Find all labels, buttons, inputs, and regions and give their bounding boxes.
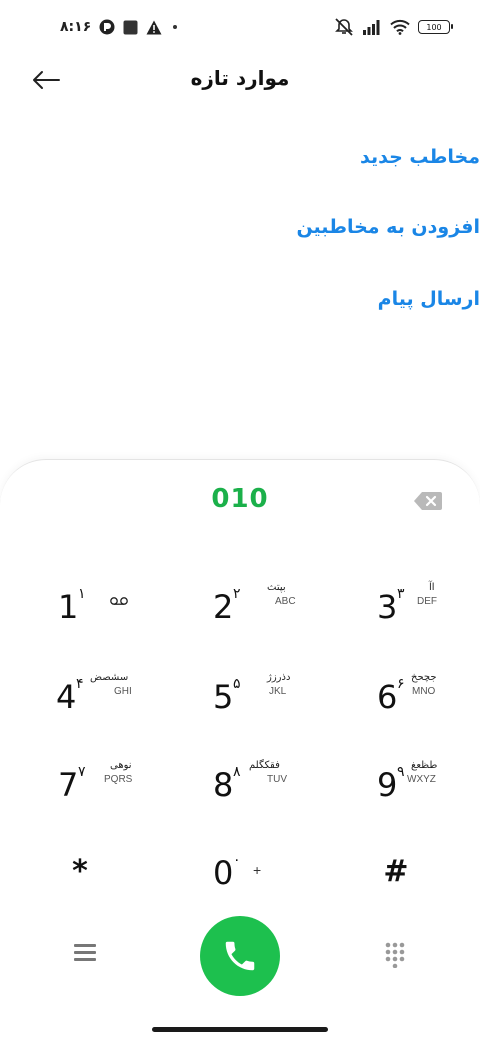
key-plus: + xyxy=(253,862,262,878)
key-latin-letters: MNO xyxy=(412,686,436,697)
key-latin-letters: GHI xyxy=(114,686,132,697)
status-bar: ۸:۱۶ 100 xyxy=(0,0,480,56)
key-hash[interactable]: # xyxy=(376,854,416,889)
key-latin-letters: ABC xyxy=(275,596,296,607)
backspace-button[interactable] xyxy=(414,491,442,511)
new-contact-link[interactable]: مخاطب جدید xyxy=(20,146,480,168)
key-0[interactable]: 0 ۰ + xyxy=(213,846,333,906)
key-digit: 6 xyxy=(377,678,398,716)
header: موارد تازه xyxy=(0,56,480,104)
key-latin-letters: DEF xyxy=(417,596,437,607)
key-persian-digit: ۸ xyxy=(233,764,241,780)
backspace-icon xyxy=(414,492,442,510)
key-4[interactable]: 4 ۴ سشصض GHI xyxy=(56,670,176,730)
key-persian-digit: ۳ xyxy=(397,586,405,602)
battery-level: 100 xyxy=(426,22,442,32)
dot-icon xyxy=(173,25,178,29)
status-left: ۸:۱۶ xyxy=(60,17,180,37)
voicemail-icon xyxy=(110,597,128,605)
key-latin-letters: WXYZ xyxy=(407,774,436,785)
dialpad-grid-icon[interactable] xyxy=(384,942,406,968)
home-indicator[interactable] xyxy=(152,1027,328,1032)
app-icon xyxy=(99,19,115,35)
wifi-icon xyxy=(390,19,410,35)
key-digit: 4 xyxy=(56,678,77,716)
key-6[interactable]: 6 ۶ جچحخ MNO xyxy=(377,670,480,730)
add-to-contacts-link[interactable]: افزودن به مخاطبین xyxy=(20,216,480,238)
key-5[interactable]: 5 ۵ دذرزژ JKL xyxy=(213,670,333,730)
key-digit: 0 xyxy=(213,854,234,892)
key-persian-digit: ۶ xyxy=(397,676,405,692)
signal-icon xyxy=(363,20,380,35)
key-persian-letters: نوهی xyxy=(110,760,132,771)
key-latin-letters: TUV xyxy=(267,774,287,785)
key-persian-letters: اآ xyxy=(429,582,435,593)
key-2[interactable]: 2 ۲ بپتث ABC xyxy=(213,580,333,640)
key-persian-letters: سشصض xyxy=(90,672,129,683)
status-time: ۸:۱۶ xyxy=(60,19,92,35)
key-persian-digit: ۰ xyxy=(233,852,241,868)
key-latin-letters: PQRS xyxy=(104,774,133,785)
key-persian-digit: ۵ xyxy=(233,676,241,692)
phone-icon xyxy=(225,941,255,971)
key-digit: 7 xyxy=(58,766,79,804)
key-persian-digit: ۴ xyxy=(76,676,84,692)
key-latin-letters: JKL xyxy=(269,686,287,697)
key-digit: 3 xyxy=(377,588,398,626)
dialed-number[interactable]: 010 xyxy=(0,484,480,514)
key-persian-digit: ۲ xyxy=(233,586,241,602)
key-digit: 2 xyxy=(213,588,234,626)
battery-icon: 100 xyxy=(418,20,453,34)
key-1[interactable]: 1 ۱ xyxy=(58,580,178,640)
key-persian-digit: ۹ xyxy=(397,764,405,780)
key-star[interactable]: * xyxy=(60,854,100,889)
key-persian-letters: فقکگلم xyxy=(249,760,280,771)
warning-icon xyxy=(146,20,162,34)
key-8[interactable]: 8 ۸ فقکگلم TUV xyxy=(213,758,333,818)
menu-icon[interactable] xyxy=(74,944,96,964)
call-button[interactable] xyxy=(200,916,280,996)
key-9[interactable]: 9 ۹ طظعغ WXYZ xyxy=(377,758,480,818)
key-persian-letters: طظعغ xyxy=(411,760,438,771)
key-persian-letters: جچحخ xyxy=(411,672,437,683)
page-title: موارد تازه xyxy=(190,66,290,90)
key-persian-letters: دذرزژ xyxy=(267,672,291,683)
key-digit: 9 xyxy=(377,766,398,804)
send-message-link[interactable]: ارسال پیام xyxy=(20,288,480,310)
key-digit: 1 xyxy=(58,588,79,626)
square-icon xyxy=(123,20,138,34)
status-right: 100 xyxy=(334,17,453,37)
key-digit: 5 xyxy=(213,678,234,716)
key-digit: 8 xyxy=(213,766,234,804)
key-persian-digit: ۱ xyxy=(78,586,86,602)
key-3[interactable]: 3 ۳ اآ DEF xyxy=(377,580,480,640)
key-persian-digit: ۷ xyxy=(78,764,86,780)
key-persian-letters: بپتث xyxy=(267,582,286,593)
key-7[interactable]: 7 ۷ نوهی PQRS xyxy=(58,758,178,818)
mute-icon xyxy=(335,18,353,36)
